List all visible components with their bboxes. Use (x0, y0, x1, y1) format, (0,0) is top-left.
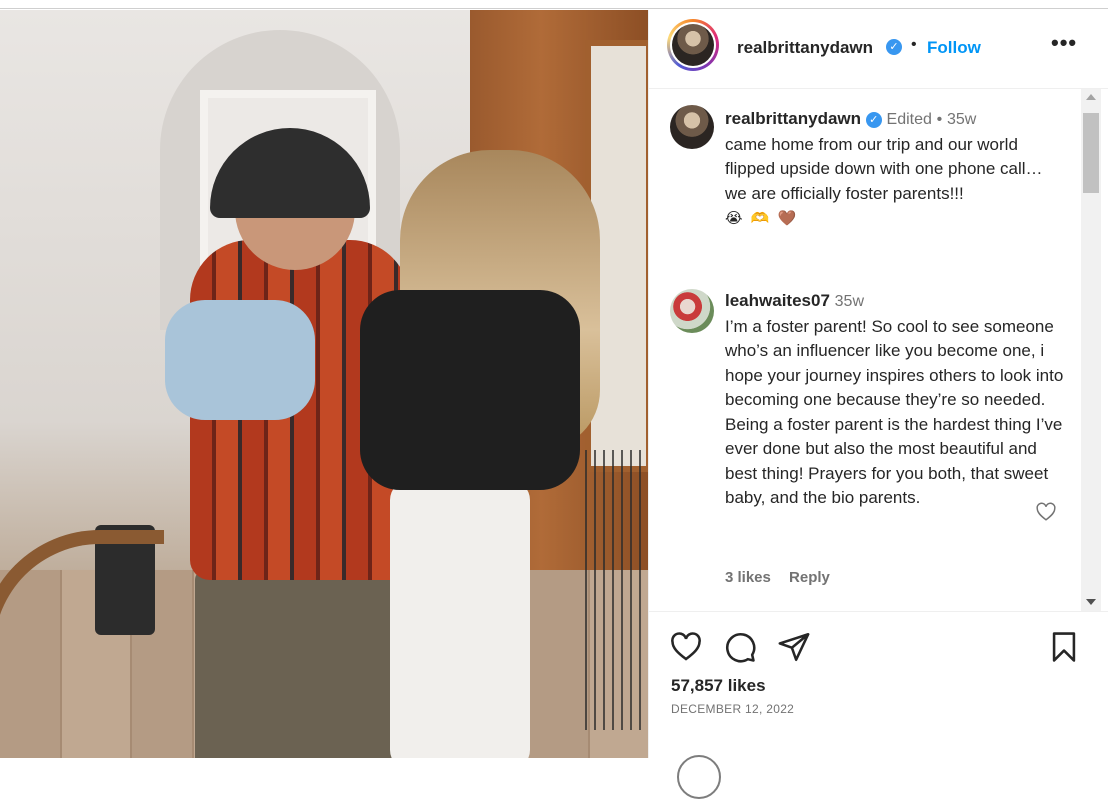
follow-button[interactable]: Follow (927, 38, 981, 58)
comment: leahwaites07 35w I’m a foster parent! So… (725, 289, 1065, 511)
comment-icon[interactable] (723, 630, 757, 664)
current-user-avatar (677, 755, 721, 799)
comment-reply-button[interactable]: Reply (789, 569, 830, 586)
photo-crate (585, 450, 648, 730)
post-date[interactable]: DECEMBER 12, 2022 (671, 702, 794, 716)
scroll-up-arrow-icon[interactable] (1086, 94, 1096, 100)
verified-icon: ✓ (865, 111, 882, 128)
comment-like-heart-icon[interactable] (1035, 501, 1057, 523)
comment-username[interactable]: leahwaites07 (725, 291, 830, 310)
post-photo[interactable] (0, 10, 648, 758)
caption: realbrittanydawn ✓ Edited • 35w came hom… (725, 107, 1065, 232)
profile-avatar[interactable] (667, 19, 719, 71)
heart-icon[interactable] (669, 630, 703, 664)
caption-text: came home from our trip and our world fl… (725, 134, 1043, 203)
bookmark-icon[interactable] (1047, 630, 1081, 664)
post-header: realbrittanydawn ✓ • Follow ••• (649, 10, 1108, 89)
photo-woman-pants (390, 480, 530, 758)
post-author-username[interactable]: realbrittanydawn (737, 38, 873, 58)
comments-list[interactable]: realbrittanydawn ✓ Edited • 35w came hom… (649, 89, 1089, 611)
comments-scrollbar[interactable] (1081, 89, 1101, 611)
scrollbar-thumb[interactable] (1083, 113, 1099, 193)
photo-baby (165, 300, 315, 420)
photo-stroller (0, 530, 164, 758)
comment-time[interactable]: 35w (835, 293, 864, 310)
post-side-panel: realbrittanydawn ✓ • Follow ••• realbrit… (648, 10, 1108, 799)
share-icon[interactable] (777, 630, 811, 664)
post-likes-count[interactable]: 57,857 likes (671, 676, 766, 696)
more-options-icon[interactable]: ••• (1051, 30, 1077, 56)
comment-text: I’m a foster parent! So cool to see some… (725, 316, 1064, 508)
scroll-down-arrow-icon[interactable] (1086, 599, 1096, 605)
caption-author-avatar[interactable] (670, 105, 714, 149)
caption-username[interactable]: realbrittanydawn (725, 109, 861, 128)
caption-time[interactable]: 35w (947, 111, 976, 128)
comment-footer: 3 likes Reply (725, 569, 844, 586)
profile-avatar-image (672, 24, 714, 66)
comment-author-avatar[interactable] (670, 289, 714, 333)
photo-man-pants (195, 570, 395, 758)
header-separator: • (911, 36, 917, 53)
caption-emojis: 😭 🫶 🤎 (725, 210, 799, 227)
caption-dot: • (936, 111, 943, 128)
verified-icon: ✓ (886, 39, 902, 55)
photo-woman-top (360, 290, 580, 490)
caption-edited: Edited (886, 111, 932, 128)
comment-likes[interactable]: 3 likes (725, 569, 771, 586)
window-top-edge (0, 0, 1108, 9)
